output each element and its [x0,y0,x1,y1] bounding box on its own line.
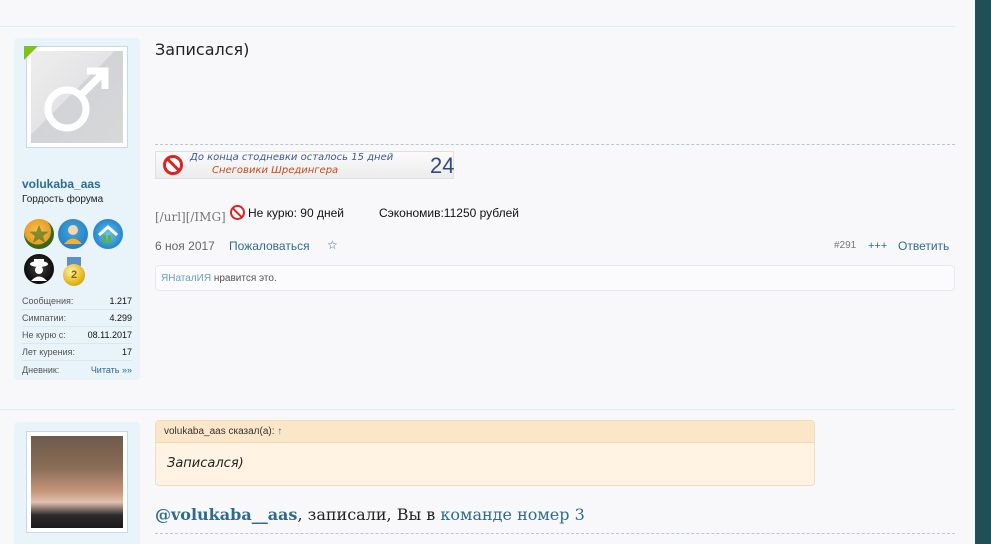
trophy-star-badge-icon[interactable] [24,219,54,249]
star-icon[interactable]: ☆ [327,238,338,252]
quote-block: volukaba_aas сказал(а): ↑ Записался) [155,420,815,486]
stat-row: Симпатии: 4.299 [22,310,132,327]
diary-read-link[interactable]: Читать »» [91,365,132,375]
report-link[interactable]: Пожаловаться [229,239,310,253]
plus-rating-link[interactable]: +++ [868,240,887,252]
signature-savings: Сэкономив:11250 рублей [379,206,520,220]
right-edge-bar [975,0,991,544]
male-symbol-icon [44,67,109,132]
reply-link[interactable]: Ответить [898,239,949,253]
post-date[interactable]: 6 ноя 2017 [155,239,215,253]
signature-nosmoke-days: Не курю: 90 дней [248,206,344,220]
post-message: Записался) [155,40,250,59]
user-title: Гордость форума [22,194,104,205]
user-mention-link[interactable]: @volukaba__aas [155,505,297,524]
quote-jump-arrow-icon[interactable]: ↑ [277,426,282,437]
username[interactable]: volukaba_aas [22,177,101,191]
no-smoking-icon [163,155,183,175]
likes-text: нравится это. [211,273,277,284]
quote-header: volukaba_aas сказал(а): ↑ [156,421,814,443]
stat-row: Лет курения: 17 [22,344,132,361]
post-separator [0,409,955,410]
stat-row: Сообщения: 1.217 [22,293,132,310]
signature-code-text: [/url][/IMG] [155,210,226,224]
post-separator [0,26,955,27]
user-photo [31,436,123,528]
likes-summary: ЯНаталИЯ нравится это. [155,265,955,291]
avatar[interactable] [26,46,128,148]
quote-text: Записался) [167,456,244,471]
team-link[interactable]: команде номер 3 [440,505,584,524]
ticker-number: 24 [430,153,455,178]
signature-separator [155,533,955,534]
user-stats: Сообщения: 1.217 Симпатии: 4.299 Не курю… [22,293,132,378]
stat-row: Дневник: Читать »» [22,364,132,375]
stat-row: Не курю с: 08.11.2017 [22,327,132,344]
user-panel [14,422,140,544]
online-indicator [24,46,38,60]
signature-ticker-banner[interactable]: До конца стодневки осталось 15 дней Снег… [155,151,454,179]
user-panel: volukaba_aas Гордость форума 2 Сообщения… [14,38,140,380]
medal-2-icon[interactable]: 2 [63,257,85,286]
post-message: @volukaba__aas, записали, Вы в команде н… [155,505,585,524]
quote-author: volukaba_aas сказал(а): [164,426,278,437]
no-smoking-icon [230,205,245,220]
avatar[interactable] [26,431,128,533]
spy-badge-icon[interactable] [24,254,54,284]
ticker-line-1: До конца стодневки осталось 15 дней [190,152,394,163]
house-badge-icon[interactable] [93,219,123,249]
signature-separator [155,144,955,145]
user-badge-icon[interactable] [58,219,88,249]
post-number-link[interactable]: #291 [834,240,856,251]
ticker-line-2: Снеговики Шредингера [212,165,339,176]
reply-text: , записали, Вы в [297,505,441,524]
likes-user-link[interactable]: ЯНаталИЯ [161,273,211,284]
